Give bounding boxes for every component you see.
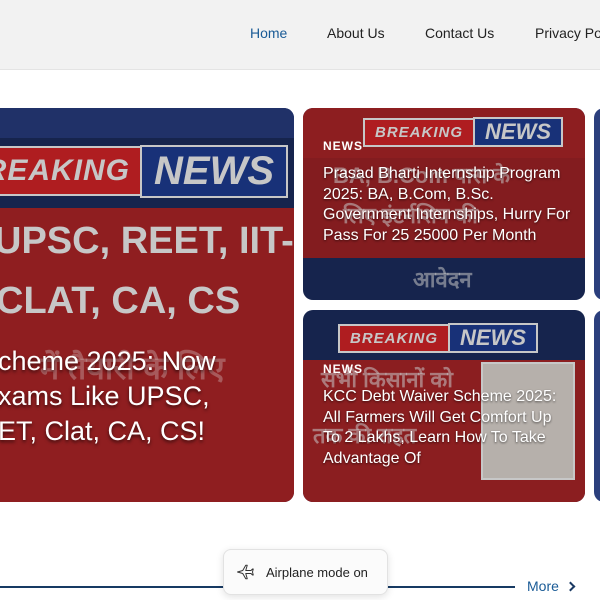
card-headline[interactable]: Prasad Bharti Internship Program 2025: B…	[323, 164, 573, 246]
featured-headline[interactable]: Scheme 2025: Now Exams Like UPSC, EET, C…	[0, 344, 216, 449]
more-label: More	[527, 578, 559, 594]
news-card-edge-bottom[interactable]	[594, 310, 600, 502]
nav-contact-us[interactable]: Contact Us	[425, 25, 494, 41]
nav-home[interactable]: Home	[250, 25, 287, 41]
featured-headline-line-3: EET, Clat, CA, CS!	[0, 416, 206, 446]
section-divider-right	[385, 586, 515, 588]
chevron-right-icon	[565, 581, 576, 591]
site-header: Home About Us Contact Us Privacy Po	[0, 0, 600, 70]
news-card-kcc-debt-waiver[interactable]: BREAKING NEWS सभी किसानों को तक की राहत …	[303, 310, 585, 502]
airplane-icon	[237, 564, 254, 580]
nav-privacy-policy[interactable]: Privacy Po	[535, 25, 600, 41]
section-divider-left	[0, 586, 230, 588]
category-tag[interactable]: NEWS	[323, 139, 363, 153]
featured-headline-line-2: Exams Like UPSC,	[0, 381, 210, 411]
featured-headline-line-1: Scheme 2025: Now	[0, 346, 216, 376]
news-card-prasar-bharati[interactable]: BREAKING NEWS BA, B.Com पास के लिए इंटर्…	[303, 108, 585, 300]
toast-label: Airplane mode on	[266, 564, 368, 580]
page: Home About Us Contact Us Privacy Po BREA…	[0, 0, 600, 600]
airplane-mode-toast: Airplane mode on	[223, 549, 388, 595]
card-headline[interactable]: KCC Debt Waiver Scheme 2025: All Farmers…	[323, 387, 568, 469]
more-link[interactable]: More	[527, 578, 576, 594]
nav-about-us[interactable]: About Us	[327, 25, 385, 41]
news-card-edge-top[interactable]	[594, 108, 600, 300]
featured-news-card[interactable]: BREAKING NEWS UPSC, REET, IIT- CLAT, CA,…	[0, 108, 294, 502]
category-tag[interactable]: NEWS	[323, 362, 363, 376]
